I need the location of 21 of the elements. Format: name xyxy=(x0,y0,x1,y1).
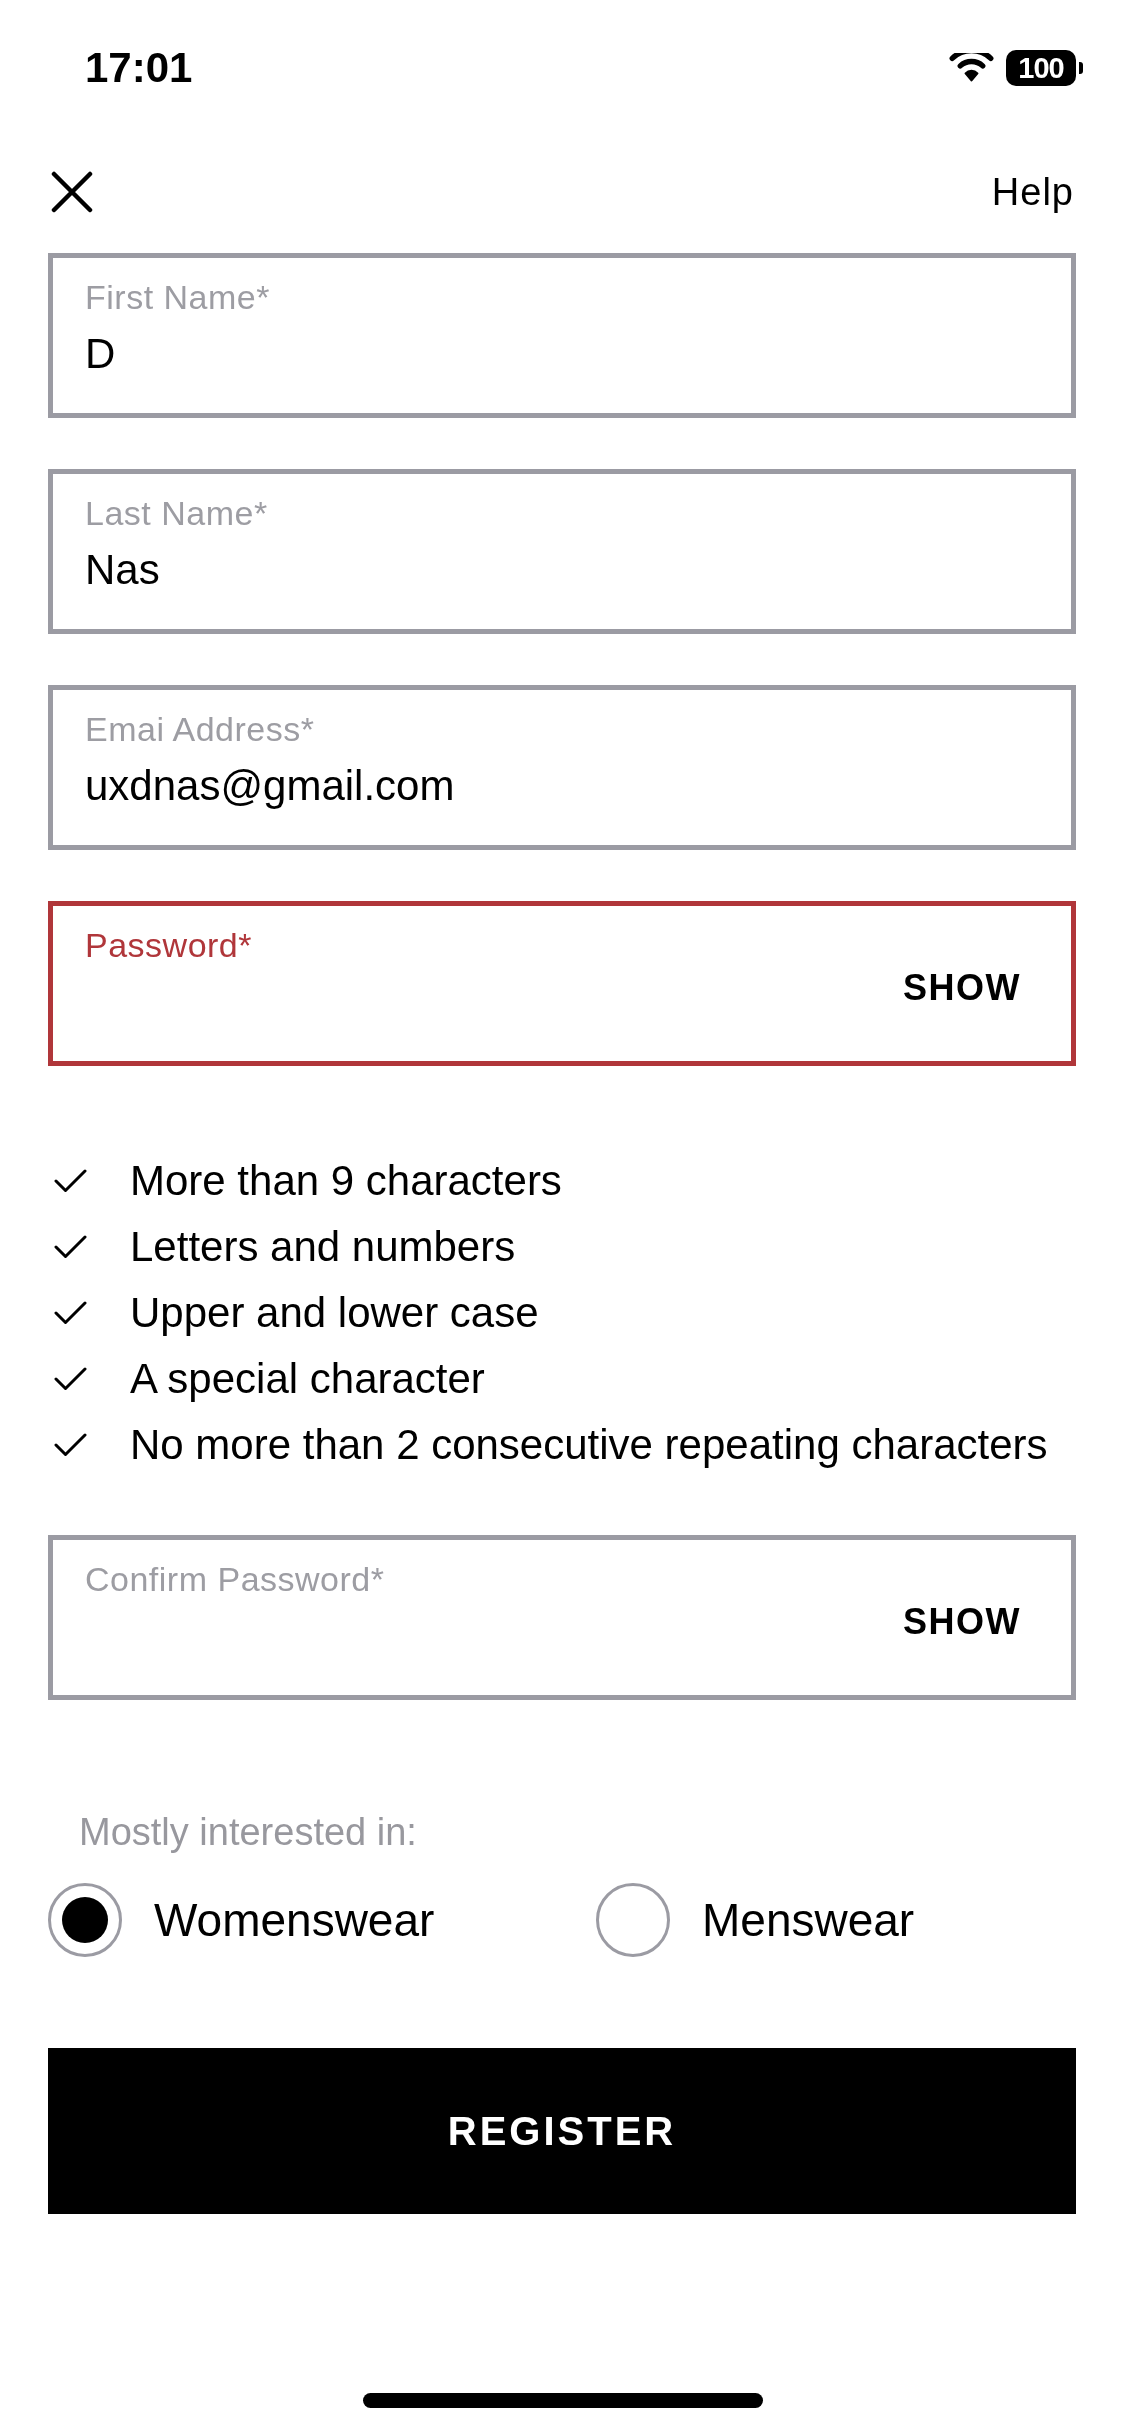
text-field[interactable]: First Name* D xyxy=(48,253,1076,418)
help-link[interactable]: Help xyxy=(991,170,1074,214)
battery-indicator: 100 xyxy=(1006,50,1083,86)
text-field[interactable]: Last Name* Nas xyxy=(48,469,1076,634)
requirement-text: More than 9 characters xyxy=(130,1156,562,1206)
wifi-icon xyxy=(949,53,994,83)
show-password-button[interactable]: SHOW xyxy=(903,967,1021,1009)
show-password-button[interactable]: SHOW xyxy=(903,1601,1021,1643)
radio-option[interactable]: Womenswear xyxy=(48,1883,435,1957)
password-field[interactable]: Confirm Password* SHOW xyxy=(48,1535,1076,1700)
requirement-text: Upper and lower case xyxy=(130,1288,539,1338)
requirement-text: A special character xyxy=(130,1354,485,1404)
requirement-text: No more than 2 consecutive repeating characters xyxy=(130,1420,1048,1470)
status-time: 17:01 xyxy=(85,43,193,93)
close-icon[interactable] xyxy=(51,171,93,213)
register-button[interactable]: REGISTER xyxy=(48,2048,1076,2214)
text-field[interactable]: Emai Address* uxdnas@gmail.com xyxy=(48,685,1076,850)
password-field[interactable]: Password* SHOW xyxy=(48,901,1076,1066)
radio-option[interactable]: Menswear xyxy=(596,1883,915,1957)
section-label: Mostly interested in: xyxy=(79,1810,417,1855)
requirement-text: Letters and numbers xyxy=(130,1222,516,1272)
